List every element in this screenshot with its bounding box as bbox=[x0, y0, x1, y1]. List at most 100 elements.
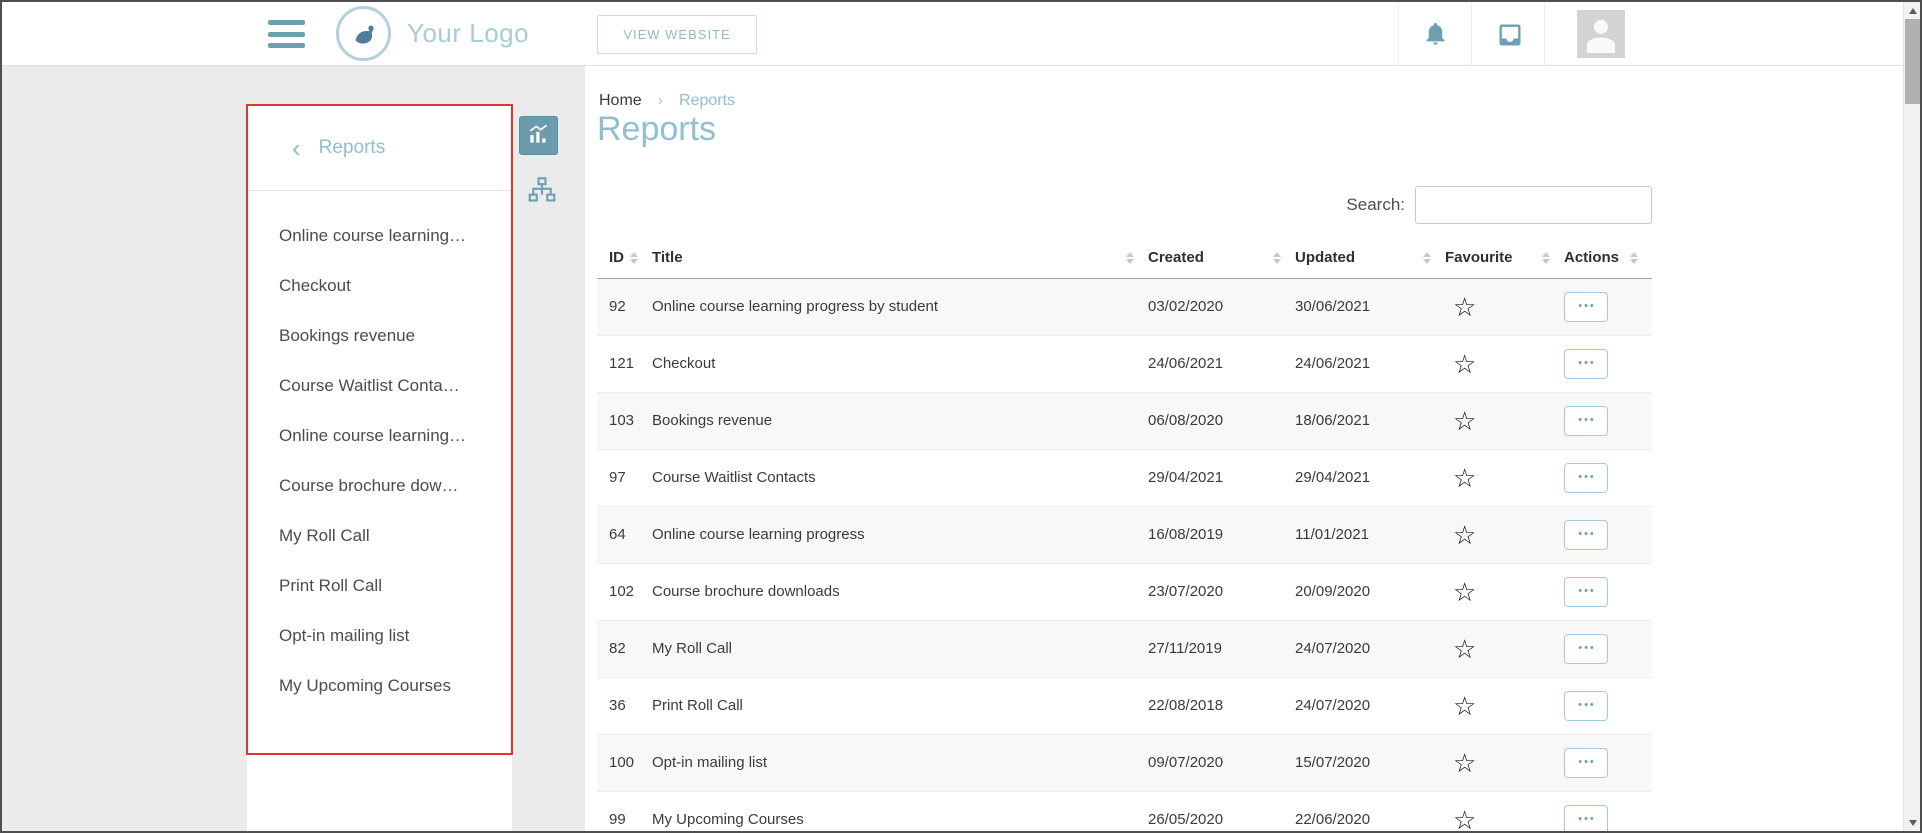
column-label: Created bbox=[1148, 249, 1204, 266]
row-actions-button[interactable]: ••• bbox=[1564, 463, 1608, 493]
breadcrumb-home[interactable]: Home bbox=[599, 92, 642, 110]
report-id: 102 bbox=[597, 563, 652, 620]
sort-icon bbox=[1423, 252, 1431, 264]
sidebar-item[interactable]: Online course learning… bbox=[247, 211, 512, 261]
sidebar-item[interactable]: Checkout bbox=[247, 261, 512, 311]
chart-view-button[interactable] bbox=[519, 116, 558, 155]
sidebar-item[interactable]: My Upcoming Courses bbox=[247, 661, 512, 711]
report-title: Course brochure downloads bbox=[652, 563, 1148, 620]
report-title: Opt-in mailing list bbox=[652, 734, 1148, 791]
table-row: 100 Opt-in mailing list 09/07/2020 15/07… bbox=[597, 734, 1652, 791]
report-title: Online course learning progress by stude… bbox=[652, 278, 1148, 335]
sitemap-view-button[interactable] bbox=[526, 176, 558, 206]
table-row: 103 Bookings revenue 06/08/2020 18/06/20… bbox=[597, 392, 1652, 449]
inbox-icon bbox=[1496, 37, 1524, 52]
favourite-star-icon[interactable]: ☆ bbox=[1445, 636, 1476, 662]
report-updated: 30/06/2021 bbox=[1295, 278, 1445, 335]
ellipsis-icon: ••• bbox=[1576, 586, 1596, 597]
view-website-button[interactable]: VIEW WEBSITE bbox=[597, 15, 757, 54]
ellipsis-icon: ••• bbox=[1576, 700, 1596, 711]
sidebar-back-header[interactable]: ‹ Reports bbox=[247, 105, 512, 191]
search-label: Search: bbox=[1346, 195, 1405, 215]
search-input[interactable] bbox=[1415, 186, 1652, 224]
column-label: Updated bbox=[1295, 249, 1355, 266]
scroll-up-button[interactable] bbox=[1904, 2, 1921, 19]
sort-icon bbox=[1542, 252, 1550, 264]
sidebar-item[interactable]: Bookings revenue bbox=[247, 311, 512, 361]
breadcrumb: Home › Reports bbox=[599, 92, 735, 110]
sidebar: ‹ Reports Online course learning… Checko… bbox=[247, 105, 512, 831]
notifications-button[interactable] bbox=[1422, 20, 1449, 50]
sidebar-menu: Online course learning… Checkout Booking… bbox=[247, 211, 512, 711]
ellipsis-icon: ••• bbox=[1576, 529, 1596, 540]
row-actions-button[interactable]: ••• bbox=[1564, 748, 1608, 778]
favourite-star-icon[interactable]: ☆ bbox=[1445, 408, 1476, 434]
inbox-button[interactable] bbox=[1496, 21, 1524, 52]
row-actions-button[interactable]: ••• bbox=[1564, 634, 1608, 664]
column-header-created[interactable]: Created bbox=[1148, 238, 1295, 278]
report-updated: 24/07/2020 bbox=[1295, 677, 1445, 734]
reports-rows: 92 Online course learning progress by st… bbox=[597, 278, 1652, 833]
scrollbar[interactable] bbox=[1903, 2, 1920, 831]
main-content: Home › Reports Reports Search: ID bbox=[585, 66, 1903, 831]
favourite-star-icon[interactable]: ☆ bbox=[1445, 465, 1476, 491]
table-header-row: ID Title Created Updated bbox=[597, 238, 1652, 278]
sidebar-item[interactable]: Course brochure dow… bbox=[247, 461, 512, 511]
column-header-updated[interactable]: Updated bbox=[1295, 238, 1445, 278]
logo[interactable]: Your Logo bbox=[336, 6, 529, 61]
reports-table: ID Title Created Updated bbox=[597, 238, 1652, 833]
column-label: Title bbox=[652, 249, 683, 266]
row-actions-button[interactable]: ••• bbox=[1564, 805, 1608, 833]
sort-icon bbox=[1273, 252, 1281, 264]
ellipsis-icon: ••• bbox=[1576, 358, 1596, 369]
sidebar-item[interactable]: Online course learning… bbox=[247, 411, 512, 461]
column-header-favourite[interactable]: Favourite bbox=[1445, 238, 1564, 278]
favourite-star-icon[interactable]: ☆ bbox=[1445, 294, 1476, 320]
sort-icon bbox=[1126, 252, 1134, 264]
report-updated: 24/07/2020 bbox=[1295, 620, 1445, 677]
breadcrumb-current: Reports bbox=[679, 92, 735, 110]
favourite-star-icon[interactable]: ☆ bbox=[1445, 351, 1476, 377]
sidebar-item[interactable]: Print Roll Call bbox=[247, 561, 512, 611]
avatar[interactable] bbox=[1577, 10, 1625, 58]
sidebar-item[interactable]: Course Waitlist Conta… bbox=[247, 361, 512, 411]
report-updated: 20/09/2020 bbox=[1295, 563, 1445, 620]
favourite-star-icon[interactable]: ☆ bbox=[1445, 807, 1476, 833]
report-updated: 18/06/2021 bbox=[1295, 392, 1445, 449]
column-header-actions[interactable]: Actions bbox=[1564, 238, 1652, 278]
report-title: Checkout bbox=[652, 335, 1148, 392]
table-row: 82 My Roll Call 27/11/2019 24/07/2020 ☆ … bbox=[597, 620, 1652, 677]
column-header-id[interactable]: ID bbox=[597, 238, 652, 278]
topbar: Your Logo VIEW WEBSITE bbox=[2, 2, 1903, 66]
scroll-down-button[interactable] bbox=[1904, 814, 1921, 831]
report-id: 99 bbox=[597, 791, 652, 833]
row-actions-button[interactable]: ••• bbox=[1564, 577, 1608, 607]
report-id: 82 bbox=[597, 620, 652, 677]
report-created: 06/08/2020 bbox=[1148, 392, 1295, 449]
row-actions-button[interactable]: ••• bbox=[1564, 691, 1608, 721]
table-row: 99 My Upcoming Courses 26/05/2020 22/06/… bbox=[597, 791, 1652, 833]
report-id: 121 bbox=[597, 335, 652, 392]
menu-icon[interactable] bbox=[268, 20, 305, 48]
sidebar-item[interactable]: My Roll Call bbox=[247, 511, 512, 561]
favourite-star-icon[interactable]: ☆ bbox=[1445, 579, 1476, 605]
row-actions-button[interactable]: ••• bbox=[1564, 406, 1608, 436]
table-row: 36 Print Roll Call 22/08/2018 24/07/2020… bbox=[597, 677, 1652, 734]
row-actions-button[interactable]: ••• bbox=[1564, 520, 1608, 550]
favourite-star-icon[interactable]: ☆ bbox=[1445, 693, 1476, 719]
column-header-title[interactable]: Title bbox=[652, 238, 1148, 278]
report-title: Course Waitlist Contacts bbox=[652, 449, 1148, 506]
row-actions-button[interactable]: ••• bbox=[1564, 292, 1608, 322]
page-title: Reports bbox=[597, 110, 716, 149]
favourite-star-icon[interactable]: ☆ bbox=[1445, 750, 1476, 776]
report-title: My Upcoming Courses bbox=[652, 791, 1148, 833]
row-actions-button[interactable]: ••• bbox=[1564, 349, 1608, 379]
report-id: 92 bbox=[597, 278, 652, 335]
favourite-star-icon[interactable]: ☆ bbox=[1445, 522, 1476, 548]
chevron-left-icon: ‹ bbox=[292, 135, 301, 161]
sidebar-item[interactable]: Opt-in mailing list bbox=[247, 611, 512, 661]
scroll-thumb[interactable] bbox=[1905, 19, 1920, 104]
ellipsis-icon: ••• bbox=[1576, 472, 1596, 483]
report-created: 26/05/2020 bbox=[1148, 791, 1295, 833]
bell-icon bbox=[1422, 35, 1449, 50]
